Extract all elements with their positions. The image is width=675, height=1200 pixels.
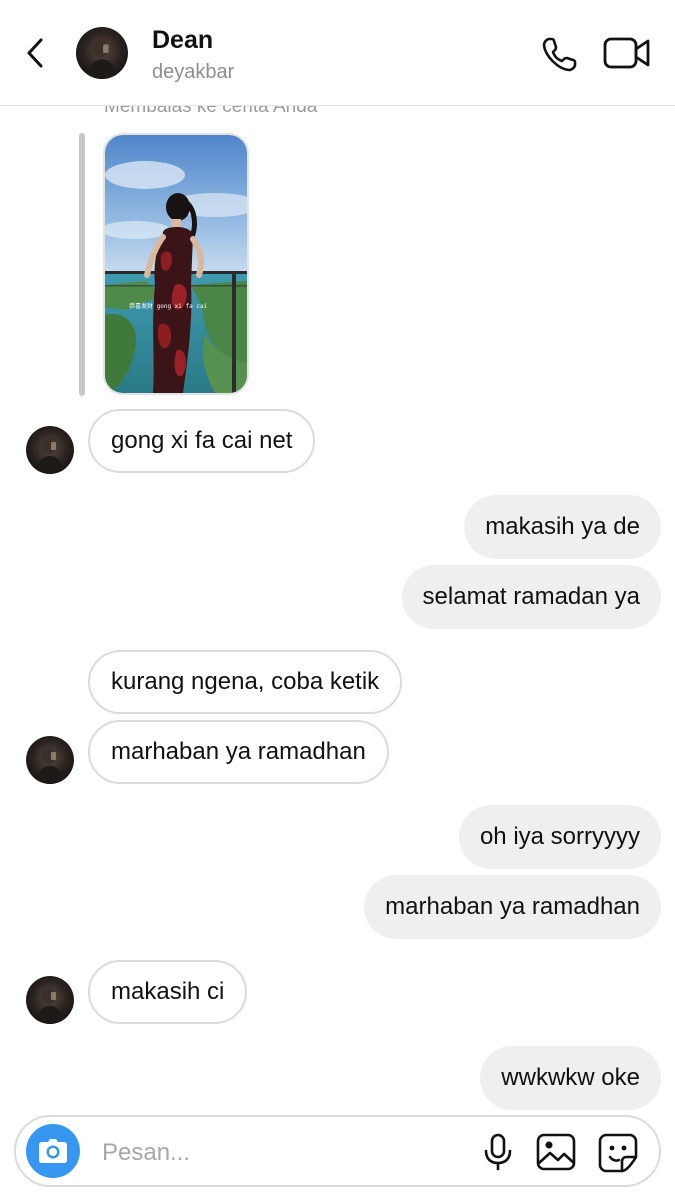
message-bubble-incoming[interactable]: kurang ngena, coba ketik <box>88 650 403 714</box>
sticker-button[interactable] <box>598 1133 638 1173</box>
camera-icon <box>39 1139 67 1163</box>
reply-indicator-bar <box>79 133 85 396</box>
contact-username[interactable]: deyakbar <box>152 61 234 84</box>
message-input[interactable]: Pesan... <box>102 1139 190 1167</box>
message-bubble-outgoing[interactable]: selamat ramadan ya <box>401 565 661 629</box>
microphone-icon <box>484 1133 512 1171</box>
call-button[interactable] <box>540 34 580 74</box>
camera-button[interactable] <box>26 1124 80 1178</box>
message-bubble-incoming[interactable]: gong xi fa cai net <box>88 409 316 473</box>
chat-header: Dean deyakbar <box>0 0 675 106</box>
chevron-left-icon <box>27 38 43 68</box>
message-bubble-outgoing[interactable]: marhaban ya ramadhan <box>364 875 661 939</box>
video-call-button[interactable] <box>603 36 651 70</box>
message-bubble-outgoing[interactable]: oh iya sorryyyy <box>458 805 661 869</box>
gallery-button[interactable] <box>536 1133 576 1171</box>
contact-avatar[interactable] <box>76 27 128 79</box>
video-camera-icon <box>603 37 650 69</box>
message-bubble-outgoing[interactable]: wwkwkw oke <box>480 1046 661 1110</box>
story-overlay-text: 恭喜发财 gong xi fa cai <box>129 302 208 310</box>
sender-avatar[interactable] <box>26 736 74 784</box>
message-composer: Pesan... <box>14 1115 661 1187</box>
voice-message-button[interactable] <box>480 1133 516 1171</box>
contact-name[interactable]: Dean <box>152 26 213 55</box>
story-thumbnail[interactable]: 恭喜发财 gong xi fa cai <box>103 133 249 395</box>
back-button[interactable] <box>18 34 52 72</box>
image-icon <box>536 1133 576 1171</box>
sender-avatar[interactable] <box>26 976 74 1024</box>
sender-avatar[interactable] <box>26 426 74 474</box>
message-bubble-incoming[interactable]: makasih ci <box>88 960 248 1024</box>
message-bubble-incoming[interactable]: marhaban ya ramadhan <box>88 720 389 784</box>
sticker-icon <box>598 1133 638 1173</box>
message-bubble-outgoing[interactable]: makasih ya de <box>464 495 661 559</box>
phone-icon <box>542 37 577 72</box>
